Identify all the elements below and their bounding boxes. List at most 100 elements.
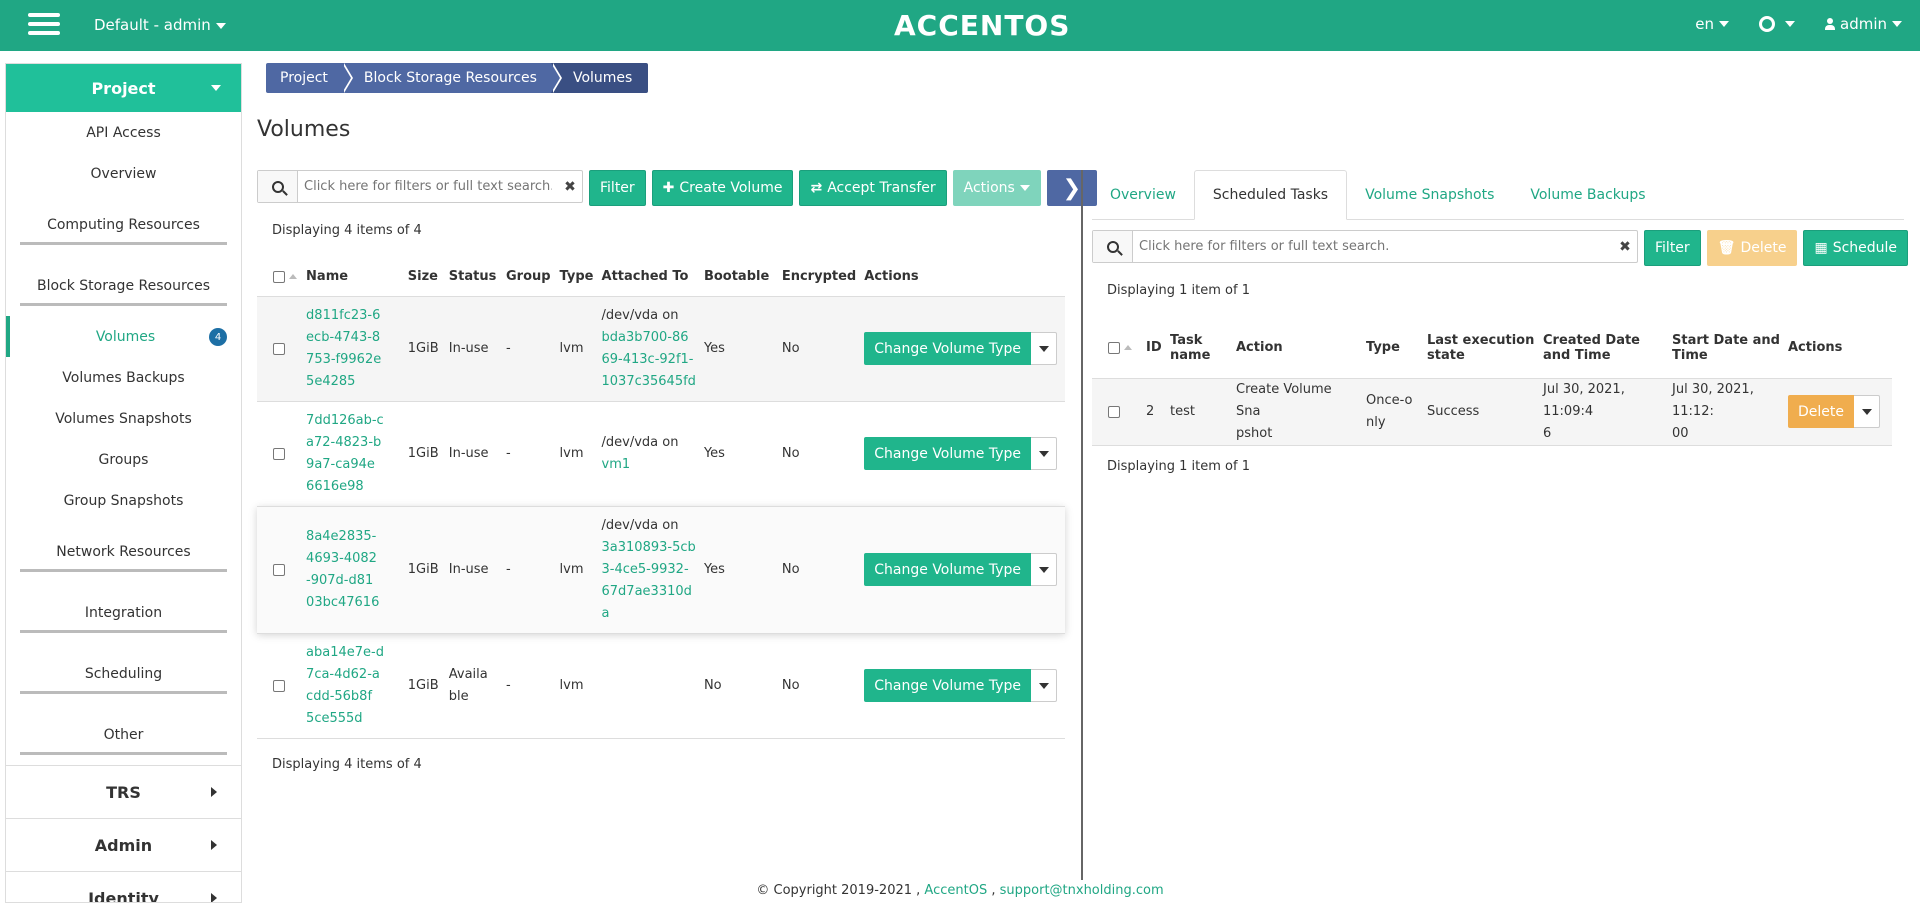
schedule-button[interactable]: ▦ Schedule xyxy=(1803,230,1909,266)
column-header[interactable]: Encrypted xyxy=(782,258,864,296)
change-volume-type-button[interactable]: Change Volume Type xyxy=(864,332,1031,365)
column-header[interactable]: Last execution state xyxy=(1427,318,1543,378)
volumes-search-input[interactable] xyxy=(298,171,558,202)
column-header[interactable]: Name xyxy=(306,258,408,296)
column-header[interactable]: Attached To xyxy=(602,258,704,296)
change-volume-type-button[interactable]: Change Volume Type xyxy=(864,553,1031,586)
create-volume-button[interactable]: ✚ Create Volume xyxy=(651,170,794,206)
row-action-dropdown[interactable] xyxy=(1854,395,1880,428)
row-action-dropdown[interactable] xyxy=(1031,437,1057,470)
sidebar-item-groups[interactable]: Groups xyxy=(6,439,241,480)
search-icon[interactable] xyxy=(1093,231,1133,262)
row-checkbox[interactable] xyxy=(273,342,285,355)
sort-icon[interactable] xyxy=(1124,345,1132,351)
change-volume-type-button[interactable]: Change Volume Type xyxy=(864,437,1031,470)
row-checkbox[interactable] xyxy=(273,679,285,692)
status-cell: Availa ble xyxy=(448,666,488,704)
chevron-down-icon xyxy=(1019,185,1030,191)
sidebar-item-group-snapshots[interactable]: Group Snapshots xyxy=(6,480,241,521)
column-header[interactable]: Created Date and Time xyxy=(1543,318,1672,378)
sidebar-section-admin[interactable]: Admin xyxy=(6,818,241,871)
column-header[interactable]: Status xyxy=(449,258,506,296)
type-cell: lvm xyxy=(559,562,584,577)
column-header[interactable]: Task name xyxy=(1170,318,1236,378)
sidebar-item-overview[interactable]: Overview xyxy=(6,153,241,194)
hamburger-icon[interactable] xyxy=(28,13,60,39)
expand-panel-button[interactable]: ❯ xyxy=(1046,170,1097,206)
user-label: admin xyxy=(1840,15,1887,33)
table-row: 8a4e2835- 4693-4082 -907d-d81 03bc47616 1Gi… xyxy=(257,506,1065,633)
volume-name-link[interactable]: 8a4e2835- 4693-4082 -907d-d81 03bc47616 xyxy=(306,529,379,610)
sidebar-item-api-access[interactable]: API Access xyxy=(6,112,241,153)
sidebar-group-scheduling[interactable]: Scheduling xyxy=(6,643,241,704)
sidebar-section-project[interactable]: Project xyxy=(6,64,241,112)
tasks-search-input[interactable] xyxy=(1133,231,1613,262)
sidebar-item-label: Volumes xyxy=(95,328,156,345)
breadcrumb-project[interactable]: Project xyxy=(266,63,353,93)
language-selector[interactable]: en xyxy=(1695,15,1729,33)
row-action-dropdown[interactable] xyxy=(1031,553,1057,586)
instance-link[interactable]: vm1 xyxy=(602,457,631,472)
row-checkbox[interactable] xyxy=(273,563,285,576)
search-icon[interactable] xyxy=(258,171,298,202)
sidebar-group-other[interactable]: Other xyxy=(6,704,241,765)
delete-task-button[interactable]: Delete xyxy=(1788,395,1854,428)
row-checkbox[interactable] xyxy=(273,447,285,460)
panel-divider[interactable] xyxy=(1081,170,1083,880)
tasks-delete-button[interactable]: 🗑 Delete xyxy=(1706,230,1798,266)
sidebar-section-trs[interactable]: TRS xyxy=(6,765,241,818)
column-header[interactable]: Start Date and Time xyxy=(1672,318,1788,378)
select-all-checkbox[interactable] xyxy=(1108,341,1120,354)
sidebar-item-volumes[interactable]: Volumes 4 xyxy=(6,316,241,357)
support-email-link[interactable]: support@tnxholding.com xyxy=(1000,883,1164,898)
sidebar-item-volumes-snapshots[interactable]: Volumes Snapshots xyxy=(6,398,241,439)
column-header[interactable]: Size xyxy=(408,258,449,296)
tab-volume-snapshots[interactable]: Volume Snapshots xyxy=(1347,170,1512,219)
tasks-filter-button[interactable]: Filter xyxy=(1644,230,1701,266)
close-icon[interactable]: ✖ xyxy=(1613,231,1637,262)
breadcrumb-block-storage[interactable]: Block Storage Resources xyxy=(341,63,563,93)
column-header[interactable]: Group xyxy=(506,258,560,296)
actions-dropdown-button[interactable]: Actions xyxy=(952,170,1041,206)
volume-name-link[interactable]: aba14e7e-d 7ca-4d62-a cdd-56b8f 5ce555d xyxy=(306,645,384,726)
sidebar-group-computing-resources[interactable]: Computing Resources xyxy=(6,194,241,255)
breadcrumb-volumes[interactable]: Volumes xyxy=(550,63,649,93)
filter-button[interactable]: Filter xyxy=(589,170,646,206)
column-header[interactable]: Type xyxy=(1366,318,1427,378)
actions-label: Actions xyxy=(963,180,1015,196)
settings-menu[interactable] xyxy=(1759,16,1795,32)
tab-volume-backups[interactable]: Volume Backups xyxy=(1512,170,1663,219)
sidebar-group-block-storage-resources[interactable]: Block Storage Resources xyxy=(6,255,241,316)
column-header[interactable]: Type xyxy=(560,258,602,296)
column-header[interactable]: Action xyxy=(1236,318,1366,378)
volume-name-link[interactable]: 7dd126ab-c a72-4823-b 9a7-ca94e 6616e98 xyxy=(306,413,384,494)
row-checkbox[interactable] xyxy=(1108,405,1120,418)
project-selector[interactable]: Default - admin xyxy=(94,16,226,34)
select-all-checkbox[interactable] xyxy=(273,270,285,283)
bootable-cell: Yes xyxy=(703,562,725,577)
bootable-cell: Yes xyxy=(703,341,725,356)
instance-link[interactable]: bda3b700-86 69-413c-92f1- 1037c35645fd xyxy=(602,330,696,389)
sort-icon[interactable] xyxy=(289,274,297,280)
footer-separator: , xyxy=(991,883,996,898)
sidebar-group-integration[interactable]: Integration xyxy=(6,582,241,643)
table-header-row: Name Size Status Group Type Attached To … xyxy=(257,258,1065,296)
row-action-dropdown[interactable] xyxy=(1031,332,1057,365)
tab-scheduled-tasks[interactable]: Scheduled Tasks xyxy=(1193,170,1348,220)
tab-overview[interactable]: Overview xyxy=(1092,170,1194,219)
volumes-display-count: Displaying 4 items of 4 xyxy=(272,223,422,238)
brand-link[interactable]: AccentOS xyxy=(924,883,987,898)
column-header[interactable]: Bootable xyxy=(704,258,782,296)
change-volume-type-button[interactable]: Change Volume Type xyxy=(864,669,1031,702)
sidebar-item-volumes-backups[interactable]: Volumes Backups xyxy=(6,357,241,398)
instance-link[interactable]: 3a310893-5cb 3-4ce5-9932- 67d7ae3310d a xyxy=(602,540,696,621)
sidebar-group-network-resources[interactable]: Network Resources xyxy=(6,521,241,582)
column-header[interactable]: ID xyxy=(1146,318,1170,378)
gear-icon xyxy=(1759,16,1775,32)
accept-transfer-button[interactable]: ⇄ Accept Transfer xyxy=(799,170,947,206)
close-icon[interactable]: ✖ xyxy=(558,171,582,202)
group-cell: - xyxy=(506,562,511,577)
row-action-dropdown[interactable] xyxy=(1031,669,1057,702)
user-menu[interactable]: admin xyxy=(1825,15,1902,33)
volume-name-link[interactable]: d811fc23-6 ecb-4743-8 753-f9962e 5e4285 xyxy=(306,308,381,389)
